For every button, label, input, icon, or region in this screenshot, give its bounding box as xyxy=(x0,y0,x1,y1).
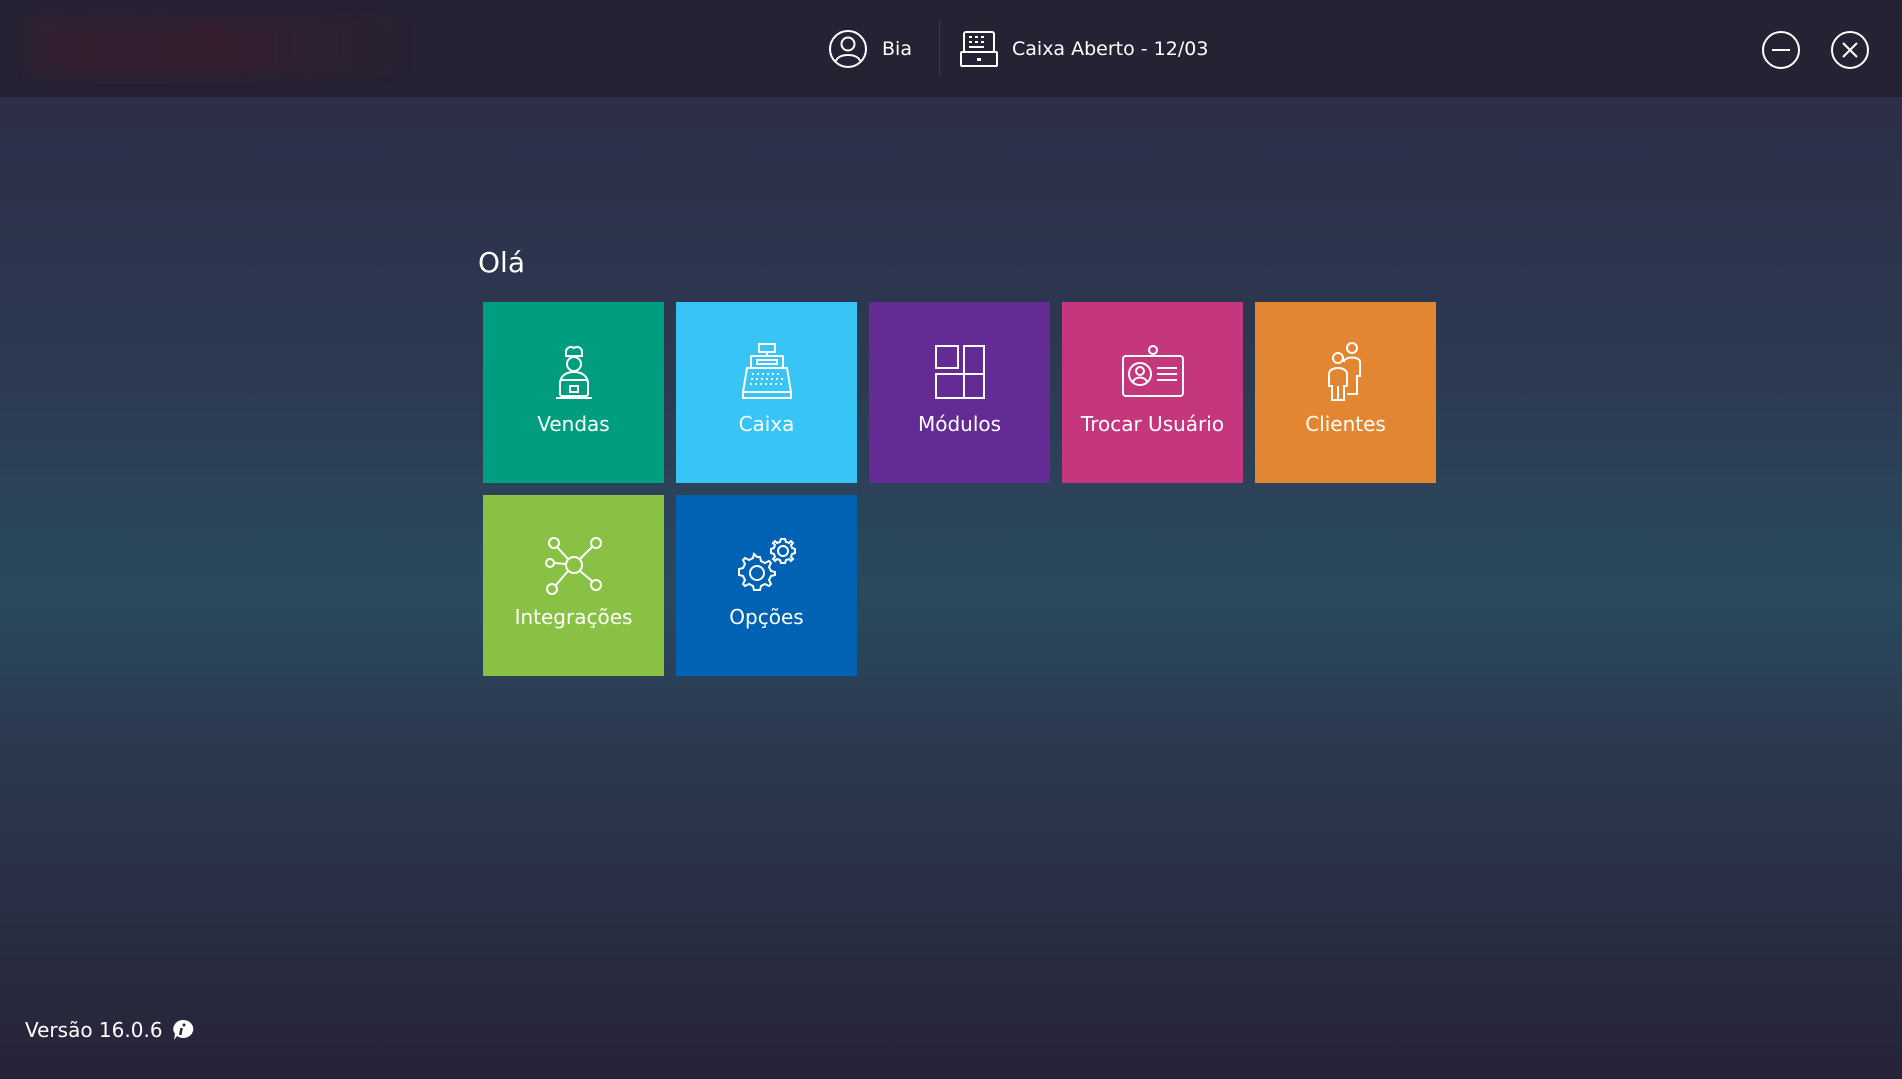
tile-vendas-label: Vendas xyxy=(537,412,610,436)
gears-icon xyxy=(737,538,796,591)
caixa-status-text: Caixa Aberto - 12/03 xyxy=(1012,38,1209,60)
title-bar: Bia Caixa Aberto - 12/03 xyxy=(0,0,1902,97)
tile-clientes-label: Clientes xyxy=(1305,412,1386,436)
version-info: Versão 16.0.6 xyxy=(25,1018,195,1042)
tile-clientes[interactable]: Clientes xyxy=(1255,302,1436,483)
tile-trocar-usuario-label: Trocar Usuário xyxy=(1080,412,1225,436)
seller-laptop-icon xyxy=(555,346,592,399)
tile-modulos[interactable]: Módulos xyxy=(869,302,1050,483)
tile-integracoes[interactable]: Integrações xyxy=(483,495,664,676)
id-card-icon xyxy=(1121,345,1184,397)
tile-trocar-usuario[interactable]: Trocar Usuário xyxy=(1062,302,1243,483)
people-icon xyxy=(1327,342,1361,401)
current-user[interactable]: Bia xyxy=(828,28,912,70)
tile-modulos-label: Módulos xyxy=(917,412,1002,436)
close-icon[interactable] xyxy=(1830,30,1870,70)
tile-caixa-label: Caixa xyxy=(738,412,795,436)
minimize-icon[interactable] xyxy=(1761,30,1801,70)
tile-vendas[interactable]: Vendas xyxy=(483,302,664,483)
user-circle-icon xyxy=(829,30,867,68)
modules-icon xyxy=(934,345,985,399)
cash-register-icon xyxy=(960,31,998,67)
user-name: Bia xyxy=(882,38,912,60)
app-logo xyxy=(30,18,410,74)
caixa-status[interactable]: Caixa Aberto - 12/03 xyxy=(958,28,1208,70)
tile-opcoes[interactable]: Opções xyxy=(676,495,857,676)
header-divider xyxy=(939,20,940,76)
info-icon[interactable] xyxy=(171,1018,195,1042)
tile-opcoes-label: Opções xyxy=(729,605,804,629)
cash-register-icon xyxy=(741,343,792,399)
tile-integracoes-label: Integrações xyxy=(514,605,633,629)
greeting-text: Olá xyxy=(478,246,525,279)
network-icon xyxy=(544,537,602,595)
version-text: Versão 16.0.6 xyxy=(25,1018,163,1042)
tile-caixa[interactable]: Caixa xyxy=(676,302,857,483)
